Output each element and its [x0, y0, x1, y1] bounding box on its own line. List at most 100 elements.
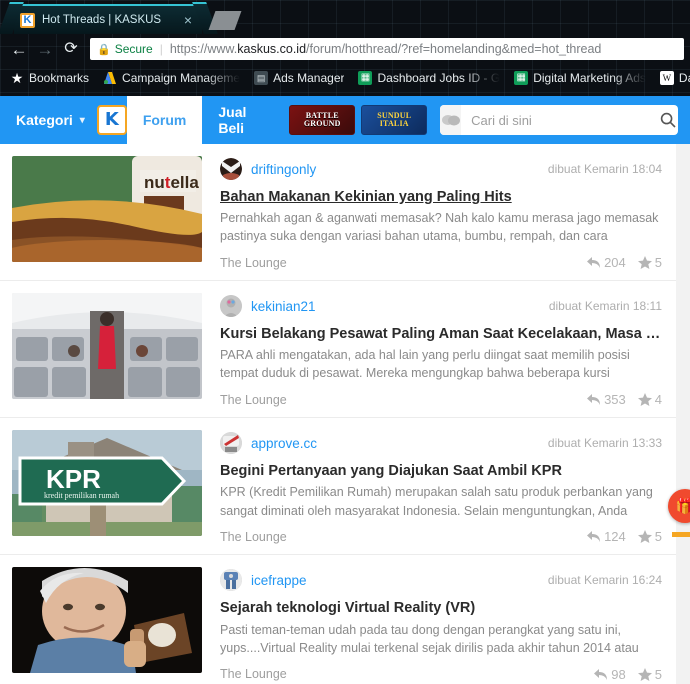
site-header: Kategori ▾ K Forum Jual Beli BATTLE GROU… [0, 96, 690, 144]
thread-footer: The Lounge 98 5 [220, 667, 662, 682]
tab-forum[interactable]: Forum [126, 96, 203, 144]
reply-count: 353 [586, 392, 626, 407]
thread-posted-time: dibuat Kemarin 16:24 [547, 573, 662, 588]
page-body: nutella driftingonly dibuat Kemarin 18:0… [0, 144, 690, 684]
hot-threads-list: nutella driftingonly dibuat Kemarin 18:0… [0, 144, 676, 684]
forum-name[interactable]: The Lounge [220, 530, 287, 544]
thread-item[interactable]: KPR kredit pemilikan rumah approve.cc di… [0, 417, 676, 544]
svg-text:kredit pemilikan rumah: kredit pemilikan rumah [44, 491, 119, 500]
star-icon [637, 393, 652, 407]
tab-jual-beli[interactable]: Jual Beli [202, 96, 286, 144]
forum-name[interactable]: The Lounge [220, 667, 287, 681]
back-button[interactable]: ← [6, 41, 32, 58]
bookmark-item-ads-manager[interactable]: ▤ Ads Manager [248, 69, 350, 87]
author-name[interactable]: approve.cc [251, 436, 317, 451]
author-name[interactable]: icefrappe [251, 573, 307, 588]
thread-stats: 98 5 [593, 667, 662, 682]
thread-meta: kekinian21 dibuat Kemarin 18:11 [220, 293, 662, 319]
star-count: 4 [637, 392, 662, 407]
thread-author[interactable]: kekinian21 [220, 295, 316, 318]
banner-battle-ground[interactable]: BATTLE GROUND [286, 96, 358, 144]
thread-author[interactable]: icefrappe [220, 569, 307, 592]
thread-title[interactable]: Begini Pertanyaan yang Diajukan Saat Amb… [220, 462, 662, 480]
reply-count: 204 [586, 255, 626, 270]
bookmark-label: Dashboard Jobs ID - G [377, 71, 501, 85]
new-tab-button[interactable] [208, 11, 242, 30]
bookmark-item-campaign-manager[interactable]: Campaign Manageme [97, 69, 246, 87]
search-icon[interactable] [657, 112, 678, 128]
thread-stats: 204 5 [586, 255, 662, 270]
chat-bubbles-icon [440, 105, 462, 135]
reload-button[interactable]: ⟳ [58, 41, 84, 57]
close-icon[interactable]: × [180, 12, 196, 28]
thread-author[interactable]: approve.cc [220, 432, 317, 455]
thread-excerpt: Pasti teman-teman udah pada tau dong den… [220, 622, 639, 655]
reply-arrow-icon [586, 393, 601, 406]
thread-item[interactable]: kekinian21 dibuat Kemarin 18:11 Kursi Be… [0, 280, 676, 407]
bookmark-item-wikipedia[interactable]: W Da [654, 69, 690, 87]
thread-thumbnail[interactable]: nutella [12, 156, 202, 262]
bookmark-label: Bookmarks [29, 71, 90, 85]
forward-button[interactable]: → [32, 41, 58, 58]
banner-sundul-italia[interactable]: SUNDUL ITALIA [358, 96, 430, 144]
forum-name[interactable]: The Lounge [220, 256, 287, 270]
address-bar[interactable]: 🔒 Secure | https://www.kaskus.co.id/foru… [90, 38, 684, 60]
thread-thumbnail[interactable]: KPR kredit pemilikan rumah [12, 430, 202, 537]
browser-tab[interactable]: K Hot Threads | KASKUS × [14, 4, 202, 34]
google-sheets-icon: ▦ [514, 71, 529, 85]
thread-item[interactable]: nutella driftingonly dibuat Kemarin 18:0… [0, 144, 676, 270]
search-box [440, 105, 678, 135]
thread-excerpt: PARA ahli mengatakan, ada hal lain yang … [220, 348, 630, 381]
reply-count: 124 [586, 529, 626, 544]
thread-stats: 353 4 [586, 392, 662, 407]
thread-item[interactable]: icefrappe dibuat Kemarin 16:24 Sejarah t… [0, 554, 676, 682]
reply-count-value: 204 [604, 255, 626, 271]
gift-icon: 🎁 [675, 498, 690, 515]
bookmarks-bar: ★ Bookmarks Campaign Manageme ▤ Ads Mana… [0, 64, 690, 92]
thread-excerpt: Pernahkah agan & aganwati memasak? Nah k… [220, 211, 659, 244]
bookmark-item-digital-marketing-ads[interactable]: ▦ Digital Marketing Ads [508, 69, 652, 87]
thread-author[interactable]: driftingonly [220, 158, 316, 180]
kaskus-logo[interactable]: K [96, 96, 127, 144]
kaskus-k-icon: K [20, 12, 35, 28]
star-icon [637, 256, 652, 270]
url-text: https://www.kaskus.co.id/forum/hotthread… [170, 42, 602, 56]
thread-footer: The Lounge 124 5 [220, 529, 662, 544]
thread-body: icefrappe dibuat Kemarin 16:24 Sejarah t… [202, 567, 662, 682]
star-count: 5 [637, 667, 662, 682]
omnibox-divider: | [159, 42, 163, 56]
thread-body: driftingonly dibuat Kemarin 18:04 Bahan … [202, 156, 662, 270]
banner-line2: GROUND [303, 119, 341, 128]
thread-title[interactable]: Kursi Belakang Pesawat Paling Aman Saat … [220, 325, 662, 343]
star-icon [637, 667, 652, 681]
reply-arrow-icon [593, 668, 608, 681]
thread-meta: driftingonly dibuat Kemarin 18:04 [220, 156, 662, 182]
thread-body: kekinian21 dibuat Kemarin 18:11 Kursi Be… [202, 293, 662, 407]
bookmark-item-bookmarks[interactable]: ★ Bookmarks [4, 69, 95, 87]
browser-chrome: K Hot Threads | KASKUS × ← → ⟳ 🔒 Secure … [0, 0, 690, 96]
kategori-label: Kategori [16, 112, 73, 128]
author-name[interactable]: kekinian21 [251, 299, 316, 314]
avatar [220, 569, 242, 592]
bookmark-item-dashboard-jobs-id[interactable]: ▦ Dashboard Jobs ID - G [352, 69, 506, 87]
wikipedia-icon: W [659, 71, 674, 85]
bookmark-label: Digital Marketing Ads [533, 71, 646, 85]
reply-arrow-icon [586, 256, 601, 269]
thread-posted-time: dibuat Kemarin 18:04 [547, 162, 662, 176]
avatar [220, 295, 242, 318]
author-name[interactable]: driftingonly [251, 162, 316, 177]
thread-footer: The Lounge 353 4 [220, 392, 662, 407]
bookmark-label: Da [678, 71, 690, 85]
thread-title[interactable]: Sejarah teknologi Virtual Reality (VR) [220, 599, 662, 617]
thread-title[interactable]: Bahan Makanan Kekinian yang Paling Hits [220, 188, 662, 206]
thread-thumbnail[interactable] [12, 293, 202, 400]
forum-name[interactable]: The Lounge [220, 393, 287, 407]
tab-title: Hot Threads | KASKUS [42, 14, 162, 26]
floating-promo-bar[interactable] [672, 532, 690, 537]
thread-posted-time: dibuat Kemarin 13:33 [547, 436, 662, 451]
svg-text:KPR: KPR [46, 464, 101, 494]
kategori-menu[interactable]: Kategori ▾ [0, 96, 97, 144]
search-input[interactable] [461, 112, 658, 128]
battle-ground-logo: BATTLE GROUND [289, 105, 356, 135]
thread-thumbnail[interactable] [12, 567, 202, 674]
